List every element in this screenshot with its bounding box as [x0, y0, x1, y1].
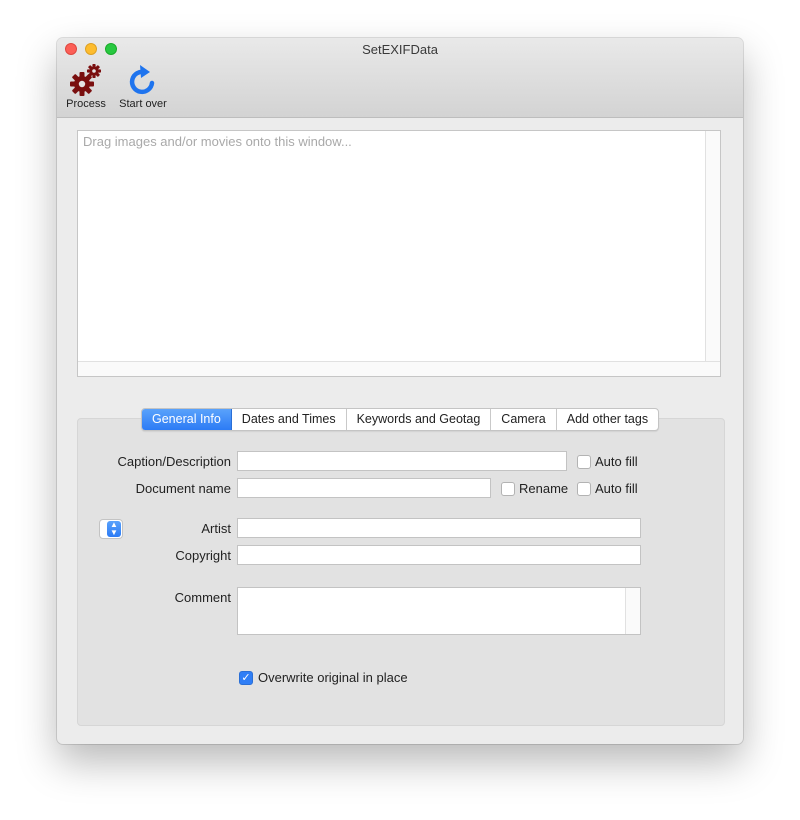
artist-label: Artist: [201, 521, 231, 536]
rename-checkbox[interactable]: [501, 482, 515, 496]
comment-label: Comment: [174, 590, 231, 605]
gears-icon: [63, 62, 109, 98]
overwrite-checkbox[interactable]: ✓: [239, 671, 253, 685]
drop-zone-vertical-scrollbar[interactable]: [705, 131, 720, 363]
tab-bar: General Info Dates and Times Keywords an…: [141, 408, 660, 431]
document-name-field[interactable]: [237, 478, 491, 498]
caption-field[interactable]: [237, 451, 567, 471]
drop-zone[interactable]: Drag images and/or movies onto this wind…: [77, 130, 721, 377]
caption-autofill-checkbox[interactable]: [577, 455, 591, 469]
process-label: Process: [66, 98, 106, 110]
caption-label: Caption/Description: [117, 454, 231, 469]
document-name-label: Document name: [135, 481, 231, 496]
checkmark-icon: ✓: [241, 672, 251, 684]
document-autofill-checkbox[interactable]: [577, 482, 591, 496]
tab-keywords-and-geotag[interactable]: Keywords and Geotag: [347, 409, 492, 430]
copyright-field[interactable]: [237, 545, 641, 565]
document-autofill-label: Auto fill: [595, 481, 638, 496]
comment-field[interactable]: [237, 587, 641, 635]
tab-dates-and-times[interactable]: Dates and Times: [232, 409, 347, 430]
copyright-label: Copyright: [175, 548, 231, 563]
rename-label: Rename: [519, 481, 569, 496]
tab-add-other-tags[interactable]: Add other tags: [557, 409, 658, 430]
drop-zone-placeholder: Drag images and/or movies onto this wind…: [83, 134, 352, 149]
overwrite-label: Overwrite original in place: [258, 670, 408, 685]
start-over-label: Start over: [119, 98, 167, 110]
app-window: SetEXIFData Process Start over Drag imag…: [57, 38, 743, 744]
process-button[interactable]: Process: [63, 62, 109, 114]
caption-autofill-label: Auto fill: [595, 454, 638, 469]
tab-general-info[interactable]: General Info: [142, 409, 232, 430]
comment-scrollbar[interactable]: [625, 588, 640, 634]
titlebar: SetEXIFData Process Start over: [57, 38, 743, 118]
start-over-button[interactable]: Start over: [113, 62, 173, 114]
refresh-icon: [113, 62, 173, 98]
drop-zone-horizontal-scrollbar[interactable]: [78, 361, 720, 376]
tab-camera[interactable]: Camera: [491, 409, 557, 430]
artist-field[interactable]: [237, 518, 641, 538]
window-title: SetEXIFData: [362, 42, 438, 57]
